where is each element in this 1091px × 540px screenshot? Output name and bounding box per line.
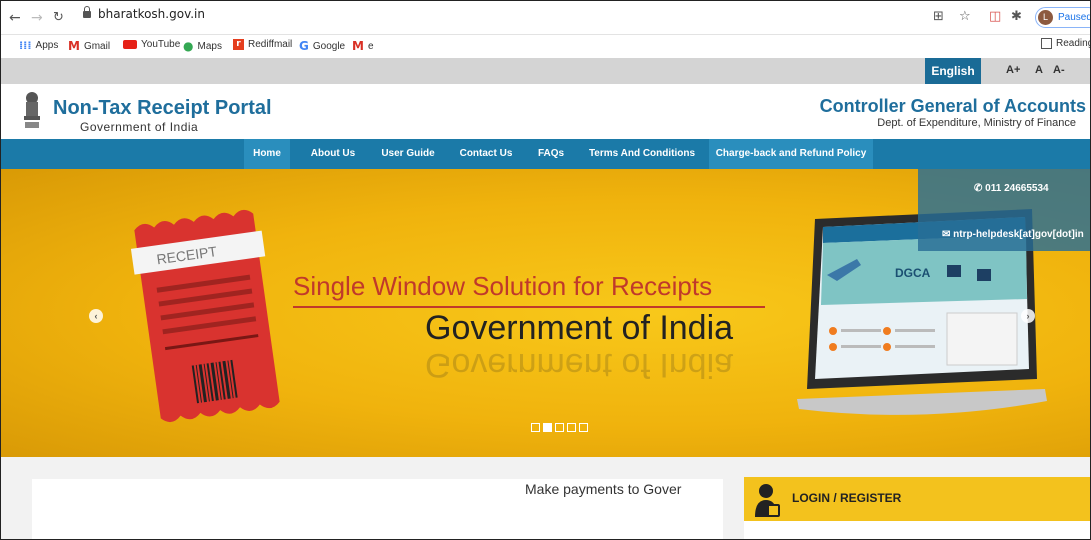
phone-icon: ✆ — [974, 183, 983, 194]
carousel-dot-3[interactable] — [555, 423, 564, 432]
carousel-prev-button[interactable]: ‹ — [89, 309, 103, 323]
user-login-icon — [755, 484, 780, 517]
menu-user-guide[interactable]: User Guide — [375, 139, 441, 169]
language-button[interactable]: English — [925, 58, 981, 84]
bookmark-gmail[interactable]: M Gmail — [68, 39, 110, 53]
apps-grid-icon: ⁞⁞⁞ — [19, 39, 32, 52]
login-register-label: LOGIN / REGISTER — [792, 491, 902, 505]
font-increase-button[interactable]: A+ — [1006, 64, 1020, 76]
banner-divider — [293, 306, 765, 308]
maps-pin-icon: ● — [183, 39, 194, 53]
menu-home[interactable]: Home — [244, 139, 290, 169]
carousel-dot-4[interactable] — [567, 423, 576, 432]
url-text: bharatkosh.gov.in — [98, 7, 205, 21]
portal-title: Non-Tax Receipt Portal — [53, 97, 272, 119]
login-register-panel[interactable]: LOGIN / REGISTER — [744, 477, 1090, 521]
login-panel-body — [744, 521, 1090, 539]
menu-faqs[interactable]: FAQs — [531, 139, 571, 169]
bookmark-youtube[interactable]: YouTube — [123, 39, 180, 50]
url-field[interactable]: bharatkosh.gov.in — [83, 6, 205, 21]
pocket-icon[interactable]: ◫ — [989, 9, 1001, 24]
national-emblem-icon — [24, 92, 40, 128]
main-menu: Home About Us User Guide Contact Us FAQs… — [1, 139, 1090, 169]
font-decrease-button[interactable]: A- — [1053, 64, 1065, 76]
bookmark-rediffmail[interactable]: r Rediffmail — [233, 39, 292, 50]
bookmark-google[interactable]: G Google — [299, 39, 345, 53]
accessibility-bar: English A+ A A- — [1, 58, 1090, 84]
contact-email[interactable]: ✉ ntrp-helpdesk[at]gov[dot]in — [942, 229, 1084, 240]
translate-icon[interactable]: ⊞ — [933, 9, 944, 24]
carousel-next-button[interactable]: › — [1021, 309, 1035, 323]
bookmarks-bar: ⁞⁞⁞ Apps M Gmail YouTube ● Maps r Rediffmail… — [1, 35, 1090, 57]
profile-button[interactable]: L Paused — [1035, 7, 1091, 28]
carousel-indicators — [531, 423, 588, 432]
lock-icon — [83, 6, 91, 18]
mail-icon: ✉ — [942, 229, 951, 240]
gmail-icon: M — [68, 39, 80, 53]
profile-status: Paused — [1058, 12, 1091, 23]
announcement-marquee: Make payments to Gover — [525, 481, 682, 497]
bookmark-maps[interactable]: ● Maps — [183, 39, 222, 53]
bookmark-star-icon[interactable]: ☆ — [959, 9, 971, 24]
monitor-screen-label: DGCA — [895, 266, 931, 280]
forward-arrow-icon[interactable]: → — [31, 10, 43, 26]
rediffmail-icon: r — [233, 39, 244, 50]
banner-reflection: Government of India — [425, 346, 734, 384]
google-icon: G — [299, 39, 309, 53]
carousel-dot-2[interactable] — [543, 423, 552, 432]
avatar: L — [1038, 10, 1053, 25]
address-bar-row: ← → ↻ bharatkosh.gov.in ⊞ ☆ ◫ ✱ L Paused — [1, 1, 1090, 35]
content-section: Make payments to Gover LOGIN / REGISTER — [1, 457, 1090, 539]
org-subtitle: Dept. of Expenditure, Ministry of Financ… — [877, 117, 1076, 129]
carousel-dot-1[interactable] — [531, 423, 540, 432]
menu-chargeback-refund[interactable]: Charge-back and Refund Policy — [709, 139, 873, 169]
youtube-icon — [123, 40, 137, 49]
bookmark-gmail-2[interactable]: Me — [352, 39, 374, 53]
banner-headline: Single Window Solution for Receipts — [293, 271, 713, 301]
reading-list-icon — [1041, 38, 1052, 49]
menu-terms[interactable]: Terms And Conditions — [585, 139, 699, 169]
bookmark-apps[interactable]: ⁞⁞⁞ Apps — [19, 39, 58, 52]
portal-subtitle: Government of India — [80, 120, 199, 134]
menu-about-us[interactable]: About Us — [303, 139, 363, 169]
site-header: Non-Tax Receipt Portal Government of Ind… — [1, 84, 1090, 139]
contact-phone[interactable]: ✆ 011 24665534 — [974, 183, 1049, 194]
contact-panel: ✆ 011 24665534 ✉ ntrp-helpdesk[at]gov[do… — [918, 169, 1090, 251]
back-arrow-icon[interactable]: ← — [9, 10, 21, 26]
gmail-icon: M — [352, 39, 364, 53]
banner-subheadline: Government of India — [425, 309, 734, 347]
org-title: Controller General of Accounts — [819, 96, 1086, 116]
receipt-illustration: RECEIPT — [130, 209, 280, 423]
hero-carousel: RECEIPT Single Window Solution for Recei… — [1, 169, 1090, 457]
menu-contact-us[interactable]: Contact Us — [454, 139, 518, 169]
browser-window: ← → ↻ bharatkosh.gov.in ⊞ ☆ ◫ ✱ L Paused… — [0, 0, 1091, 540]
reload-icon[interactable]: ↻ — [53, 10, 64, 25]
font-normal-button[interactable]: A — [1035, 64, 1043, 76]
carousel-dot-5[interactable] — [579, 423, 588, 432]
reading-list[interactable]: Reading — [1041, 38, 1090, 49]
extensions-puzzle-icon[interactable]: ✱ — [1011, 9, 1022, 24]
